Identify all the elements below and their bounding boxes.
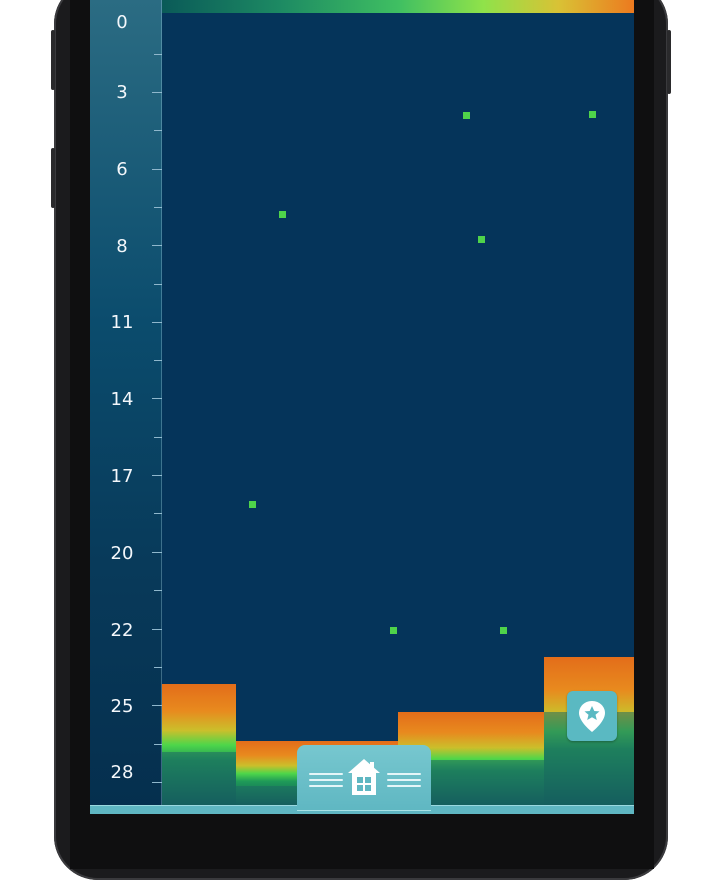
depth-label: 17 <box>110 466 134 487</box>
tick <box>152 782 162 783</box>
depth-label: 6 <box>116 159 128 180</box>
depth-label: 22 <box>110 620 134 641</box>
tick <box>154 54 162 55</box>
waypoint-button[interactable] <box>567 691 617 741</box>
depth-label: 28 <box>110 762 134 783</box>
depth-label: 0 <box>116 12 128 33</box>
tick <box>154 207 162 208</box>
tick <box>154 667 162 668</box>
seabed-bottom-echo <box>162 657 634 806</box>
depth-ruler: 0 3 6 8 11 14 17 20 22 25 28 <box>90 0 162 806</box>
volume-button <box>51 30 55 90</box>
tick <box>152 245 162 246</box>
power-button <box>667 30 671 94</box>
map-pin-star-icon <box>579 701 605 732</box>
menu-lines-left <box>309 773 343 787</box>
tick <box>152 552 162 553</box>
depth-label: 3 <box>116 82 128 103</box>
tick <box>152 398 162 399</box>
tick <box>152 169 162 170</box>
depth-label: 8 <box>116 236 128 257</box>
volume-button <box>51 148 55 208</box>
tick <box>154 360 162 361</box>
tick <box>152 705 162 706</box>
depth-label: 20 <box>110 543 134 564</box>
depth-label: 25 <box>110 696 134 717</box>
sonar-screen: 0 3 6 8 11 14 17 20 22 25 28 <box>90 0 634 812</box>
tick <box>154 513 162 514</box>
tick <box>154 284 162 285</box>
menu-lines-right <box>387 773 421 787</box>
tick <box>154 590 162 591</box>
tick <box>152 322 162 323</box>
tick <box>152 629 162 630</box>
home-tab-button[interactable] <box>297 745 431 811</box>
tick <box>152 92 162 93</box>
tick <box>154 130 162 131</box>
tick <box>152 475 162 476</box>
tick <box>154 437 162 438</box>
depth-label: 11 <box>110 312 134 333</box>
depth-label: 14 <box>110 389 134 410</box>
home-icon <box>348 759 380 795</box>
tick <box>154 744 162 745</box>
